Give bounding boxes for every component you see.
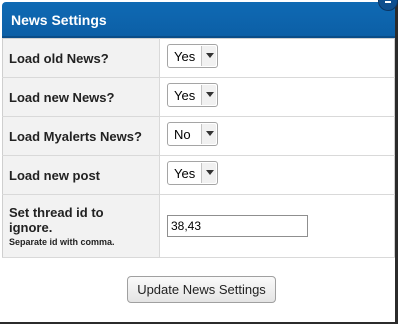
chevron-down-icon xyxy=(206,130,214,136)
setting-row-load-old-news: Load old News? Yes xyxy=(2,38,395,78)
news-settings-dialog: News Settings Load old News? Yes Load ne… xyxy=(0,0,398,324)
settings-table: Load old News? Yes Load new News? Yes Lo… xyxy=(2,38,395,258)
load-new-news-select[interactable]: Yes xyxy=(167,82,218,107)
select-value: Yes xyxy=(174,48,196,64)
select-value: No xyxy=(174,126,191,142)
setting-row-thread-ignore: Set thread id to ignore. Separate id wit… xyxy=(2,194,395,258)
select-value: Yes xyxy=(174,165,196,181)
dialog-title: News Settings xyxy=(11,12,107,28)
setting-row-load-myalerts-news: Load Myalerts News? No xyxy=(2,116,395,156)
thread-ignore-input[interactable] xyxy=(167,215,308,237)
setting-label: Load new post xyxy=(2,155,160,195)
chevron-down-icon xyxy=(206,52,214,58)
chevron-down-icon xyxy=(206,91,214,97)
select-value: Yes xyxy=(174,87,196,103)
setting-row-load-new-post: Load new post Yes xyxy=(2,155,395,195)
setting-label: Load Myalerts News? xyxy=(2,116,160,156)
chevron-down-icon xyxy=(206,169,214,175)
update-news-settings-button[interactable]: Update News Settings xyxy=(127,276,276,303)
load-new-post-select[interactable]: Yes xyxy=(167,160,218,185)
thread-ignore-sublabel: Separate id with comma. xyxy=(9,237,115,247)
setting-label: Load old News? xyxy=(2,38,160,78)
setting-label: Set thread id to ignore. Separate id wit… xyxy=(2,194,160,258)
thread-ignore-label-line1: Set thread id to xyxy=(9,205,104,220)
thread-ignore-label-line2: ignore. xyxy=(9,220,53,235)
setting-label: Load new News? xyxy=(2,77,160,117)
load-myalerts-news-select[interactable]: No xyxy=(167,121,218,146)
load-old-news-select[interactable]: Yes xyxy=(167,43,218,68)
setting-row-load-new-news: Load new News? Yes xyxy=(2,77,395,117)
dialog-title-bar: News Settings xyxy=(2,2,395,38)
